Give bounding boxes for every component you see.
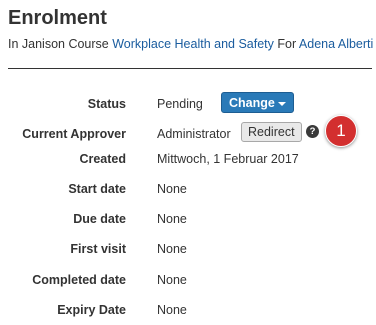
start-date-value: None [157, 182, 187, 196]
course-link[interactable]: Workplace Health and Safety [112, 37, 274, 51]
due-date-value: None [157, 212, 187, 226]
completed-date-value: None [157, 273, 187, 287]
first-visit-value: None [157, 242, 187, 256]
subtitle-prefix: In Janison Course [8, 37, 113, 51]
expiry-date-row: Expiry Date None [0, 301, 376, 319]
redirect-button[interactable]: Redirect [241, 122, 302, 142]
approver-row: Current Approver Administrator Redirect … [0, 122, 376, 143]
expiry-date-value: None [157, 303, 187, 317]
approver-label: Current Approver [22, 127, 126, 141]
created-value: Mittwoch, 1 Februar 2017 [157, 152, 299, 166]
expiry-date-label: Expiry Date [57, 303, 126, 317]
help-icon[interactable]: ? [306, 125, 319, 138]
first-visit-row: First visit None [0, 240, 376, 258]
completed-date-row: Completed date None [0, 271, 376, 289]
change-button-label: Change [229, 96, 275, 110]
redirect-button-label: Redirect [248, 125, 295, 139]
status-label: Status [87, 97, 126, 111]
start-date-row: Start date None [0, 180, 376, 198]
created-row: Created Mittwoch, 1 Februar 2017 [0, 150, 376, 168]
page-title: Enrolment [8, 7, 107, 29]
caret-down-icon [277, 101, 286, 106]
annotation-badge: 1 [325, 115, 357, 147]
status-row: Status Pending Change [0, 92, 376, 113]
subtitle-for: For [273, 37, 299, 51]
due-date-row: Due date None [0, 210, 376, 228]
created-label: Created [79, 152, 126, 166]
completed-date-label: Completed date [32, 273, 126, 287]
divider [8, 68, 372, 69]
first-visit-label: First visit [70, 242, 126, 256]
user-link[interactable]: Adena Alberti [299, 37, 373, 51]
start-date-label: Start date [68, 182, 126, 196]
breadcrumb: In Janison Course Workplace Health and S… [8, 36, 373, 52]
status-value: Pending [157, 97, 203, 111]
due-date-label: Due date [73, 212, 126, 226]
approver-value: Administrator [157, 127, 231, 141]
change-button[interactable]: Change [221, 92, 294, 113]
